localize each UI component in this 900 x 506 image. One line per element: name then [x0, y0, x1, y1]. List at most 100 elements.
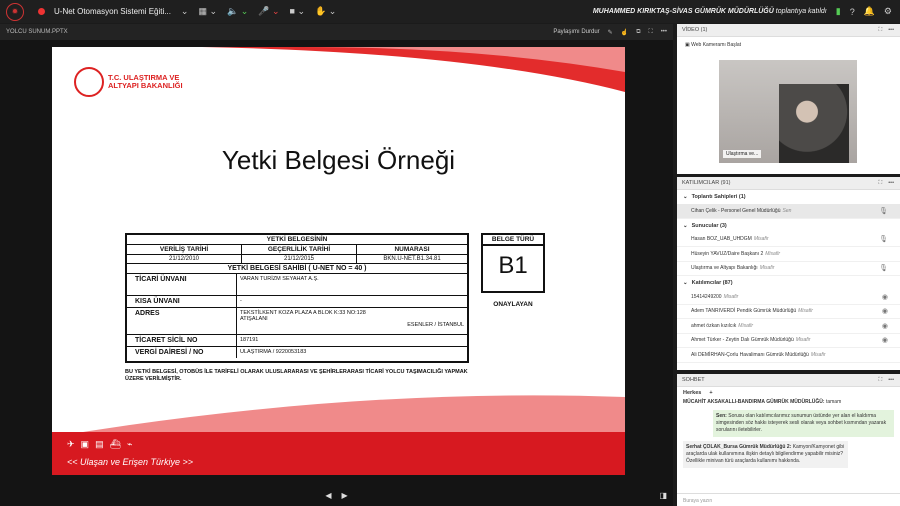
- val-kisa: -: [240, 298, 242, 304]
- list-item[interactable]: Adem TANRIVERDİ Pendik Gümrük Müdürlüğü M…: [677, 305, 900, 319]
- list-item[interactable]: Hasan BOZ_UAB_UHDGM Misafir 🎙: [677, 233, 900, 247]
- certificate-table: YETKİ BELGESİNİN VERİLİŞ TARİHİ GEÇERLİL…: [125, 233, 469, 363]
- cert-header: YETKİ BELGESİNİN: [266, 236, 328, 243]
- belge-turu-label: BELGE TÜRÜ: [483, 235, 543, 246]
- joined-user-name: MUHAMMED KIRIKTAŞ-SİVAS GÜMRÜK MÜDÜRLÜĞÜ: [592, 8, 774, 15]
- list-item[interactable]: 15414249200 Misafir ◉: [677, 290, 900, 305]
- lbl-ticari: TİCARİ ÜNVANI: [127, 274, 237, 295]
- list-item[interactable]: Cihan Çelik - Personel Genel Müdürlüğü Se…: [677, 204, 900, 219]
- app-logo-icon: ✹: [6, 2, 24, 21]
- list-item[interactable]: Ali DEMİRHAN-Çorlu Havalimanı Gümrük Müd…: [677, 348, 900, 363]
- chat-messages: MÜCAHİT AKSAKALLI-BANDIRMA GÜMRÜK MÜDÜRL…: [677, 399, 900, 468]
- settings-icon[interactable]: ⚙: [884, 6, 892, 17]
- more-icon[interactable]: •••: [661, 29, 667, 35]
- train-icon: ▣: [80, 439, 90, 449]
- layout-grid-icon[interactable]: ▦ ⌄: [198, 6, 217, 17]
- participants-more-icon[interactable]: •••: [888, 180, 894, 187]
- help-icon[interactable]: ?: [850, 7, 855, 17]
- list-item[interactable]: ahmet özkan kızılcık Misafir ◉: [677, 319, 900, 334]
- chevron-down-icon: ⌄: [683, 222, 688, 229]
- video-expand-icon[interactable]: ⛶: [878, 27, 882, 34]
- participant-name: Ali DEMİRHAN-Çorlu Havalimanı Gümrük Müd…: [691, 351, 809, 358]
- plane-icon: ✈: [67, 439, 75, 449]
- val-numara: BKN.U-NET.B1.34.81: [383, 256, 441, 262]
- chat-message: Sen: Sorusu olan katılımcılarımız sunumu…: [713, 410, 894, 437]
- bus-icon: ▤: [95, 439, 104, 449]
- status-icon: ◉: [881, 293, 888, 301]
- lbl-kisa: KISA ÜNVANI: [127, 296, 237, 307]
- raise-hand-icon[interactable]: ✋ ⌄: [315, 6, 336, 17]
- video-name-label: Ulaştırma ve...: [723, 150, 762, 158]
- col-verilis: VERİLİŞ TARİHİ: [127, 245, 242, 254]
- chat-header: SOHBET ⛶ •••: [677, 374, 900, 387]
- fit-slide-icon[interactable]: ◨: [659, 491, 667, 500]
- participant-tag: Misafir: [810, 351, 826, 358]
- presentation-title: YOLCU SUNUM.PPTX: [6, 29, 68, 35]
- participant-tag: Misafir: [759, 265, 775, 272]
- bell-icon[interactable]: 🔔: [864, 6, 875, 17]
- previous-slide-icon[interactable]: ◀: [325, 491, 331, 505]
- chat-expand-icon[interactable]: ⛶: [878, 377, 882, 384]
- chat-message: Serhat ÇOLAK_Bursa Gümrük Müdürlüğü 2: K…: [683, 441, 848, 468]
- speaker-icon[interactable]: 🔈 ⌄: [227, 6, 248, 17]
- video-pane: VİDEO (1) ⛶ ••• ▣ Web Kameramı Başlat Ula…: [677, 24, 900, 174]
- list-item[interactable]: Ulaştırma ve Altyapı Bakanlığı Misafir 🎙: [677, 262, 900, 276]
- message-sender: Sen:: [716, 413, 727, 419]
- presenters-section[interactable]: ⌄ Sunucular (3): [677, 219, 900, 233]
- attendees-section[interactable]: ⌄ Katılımcılar (87): [677, 276, 900, 290]
- fullscreen-icon[interactable]: ⛶: [648, 29, 652, 36]
- message-sender: Serhat ÇOLAK_Bursa Gümrük Müdürlüğü 2:: [686, 444, 792, 450]
- participants-expand-icon[interactable]: ⛶: [878, 180, 882, 187]
- meeting-menu-chevron-down-icon[interactable]: ⌄: [181, 6, 189, 17]
- message-text: tamam: [825, 399, 842, 405]
- status-icon: ◉: [881, 308, 888, 316]
- right-sidebar: VİDEO (1) ⛶ ••• ▣ Web Kameramı Başlat Ula…: [677, 24, 900, 506]
- video-tile[interactable]: Ulaştırma ve...: [719, 60, 857, 163]
- share-icon[interactable]: ⧉: [636, 29, 640, 36]
- lbl-sicil: TİCARET SİCİL NO: [127, 335, 237, 346]
- recording-indicator-icon: [38, 8, 45, 15]
- chat-input[interactable]: Buraya yazın: [677, 493, 900, 506]
- signal-icon: ▮: [835, 6, 841, 16]
- val-sicil: 187191: [240, 337, 259, 343]
- sahibi-header: YETKİ BELGESİ SAHİBİ ( U-NET NO = 40 ): [227, 265, 367, 272]
- transport-icons: ✈ ▣ ▤ ⛴ ⌁: [67, 439, 132, 450]
- list-item[interactable]: Ahmet Türker - Zeytin Dalı Gümrük Müdürl…: [677, 334, 900, 348]
- participant-name: Adem TANRIVERDİ Pendik Gümrük Müdürlüğü: [691, 308, 797, 315]
- participant-tag: Misafir: [723, 293, 739, 300]
- hosts-section[interactable]: ⌄ Toplantı Sahipleri (1): [677, 190, 900, 204]
- participant-name: Hasan BOZ_UAB_UHDGM: [691, 236, 752, 243]
- chat-more-icon[interactable]: •••: [888, 377, 894, 384]
- mic-off-icon[interactable]: 🎤 ⌄: [258, 6, 279, 17]
- slide: T.C. ULAŞTIRMA VE ALTYAPI BAKANLIĞI Yetki…: [52, 47, 625, 475]
- add-tab-icon[interactable]: +: [709, 390, 712, 396]
- ship-icon: ⛴: [109, 439, 122, 449]
- status-icon: ◉: [881, 337, 888, 345]
- top-toolbar: ✹ U-Net Otomasyon Sistemi Eğiti... ⌄ ▦ ⌄…: [0, 0, 900, 23]
- chat-pane: SOHBET ⛶ ••• Herkes + MÜCAHİT AKSAKALLI-BA…: [677, 374, 900, 506]
- col-numara: NUMARASI: [394, 246, 430, 253]
- participant-name: 15414249200: [691, 293, 722, 300]
- message-text: Sorusu olan katılımcılarımız sunumun üst…: [716, 413, 887, 433]
- mic-icon: 🎙: [879, 265, 888, 273]
- start-webcam-button[interactable]: ▣ Web Kameramı Başlat: [685, 42, 900, 48]
- participants-pane: KATILIMCILAR (91) ⛶ ••• ⌄ Toplantı Sahiple…: [677, 177, 900, 370]
- join-notification: MUHAMMED KIRIKTAŞ-SİVAS GÜMRÜK MÜDÜRLÜĞÜ…: [593, 8, 827, 15]
- video-more-icon[interactable]: •••: [888, 27, 894, 34]
- chat-message: MÜCAHİT AKSAKALLI-BANDIRMA GÜMRÜK MÜDÜRL…: [683, 399, 894, 406]
- pointer-icon[interactable]: ☝: [621, 29, 628, 36]
- video-title: VİDEO (1): [682, 27, 708, 33]
- stop-sharing-button[interactable]: Paylaşımı Durdur: [553, 29, 599, 35]
- list-item[interactable]: Hüseyin YAVUZ/Daire Başkanı 2 Misafir: [677, 247, 900, 262]
- mic-icon: 🎙: [879, 207, 888, 215]
- next-slide-icon[interactable]: ▶: [342, 491, 348, 505]
- mic-icon: 🎙: [879, 236, 888, 244]
- lbl-vergi: VERGİ DAİRESİ / NO: [127, 347, 237, 358]
- certificate-note: BU YETKİ BELGESİ, OTOBÜS İLE TARİFELİ OL…: [125, 369, 468, 382]
- participant-tag: Misafir: [753, 236, 769, 243]
- chevron-down-icon: ⌄: [683, 194, 688, 200]
- camera-icon[interactable]: ■ ⌄: [290, 6, 305, 17]
- chat-tab-everyone[interactable]: Herkes: [683, 390, 701, 396]
- belge-turu-box: BELGE TÜRÜ B1: [481, 233, 545, 293]
- pen-icon[interactable]: ✎: [608, 29, 613, 36]
